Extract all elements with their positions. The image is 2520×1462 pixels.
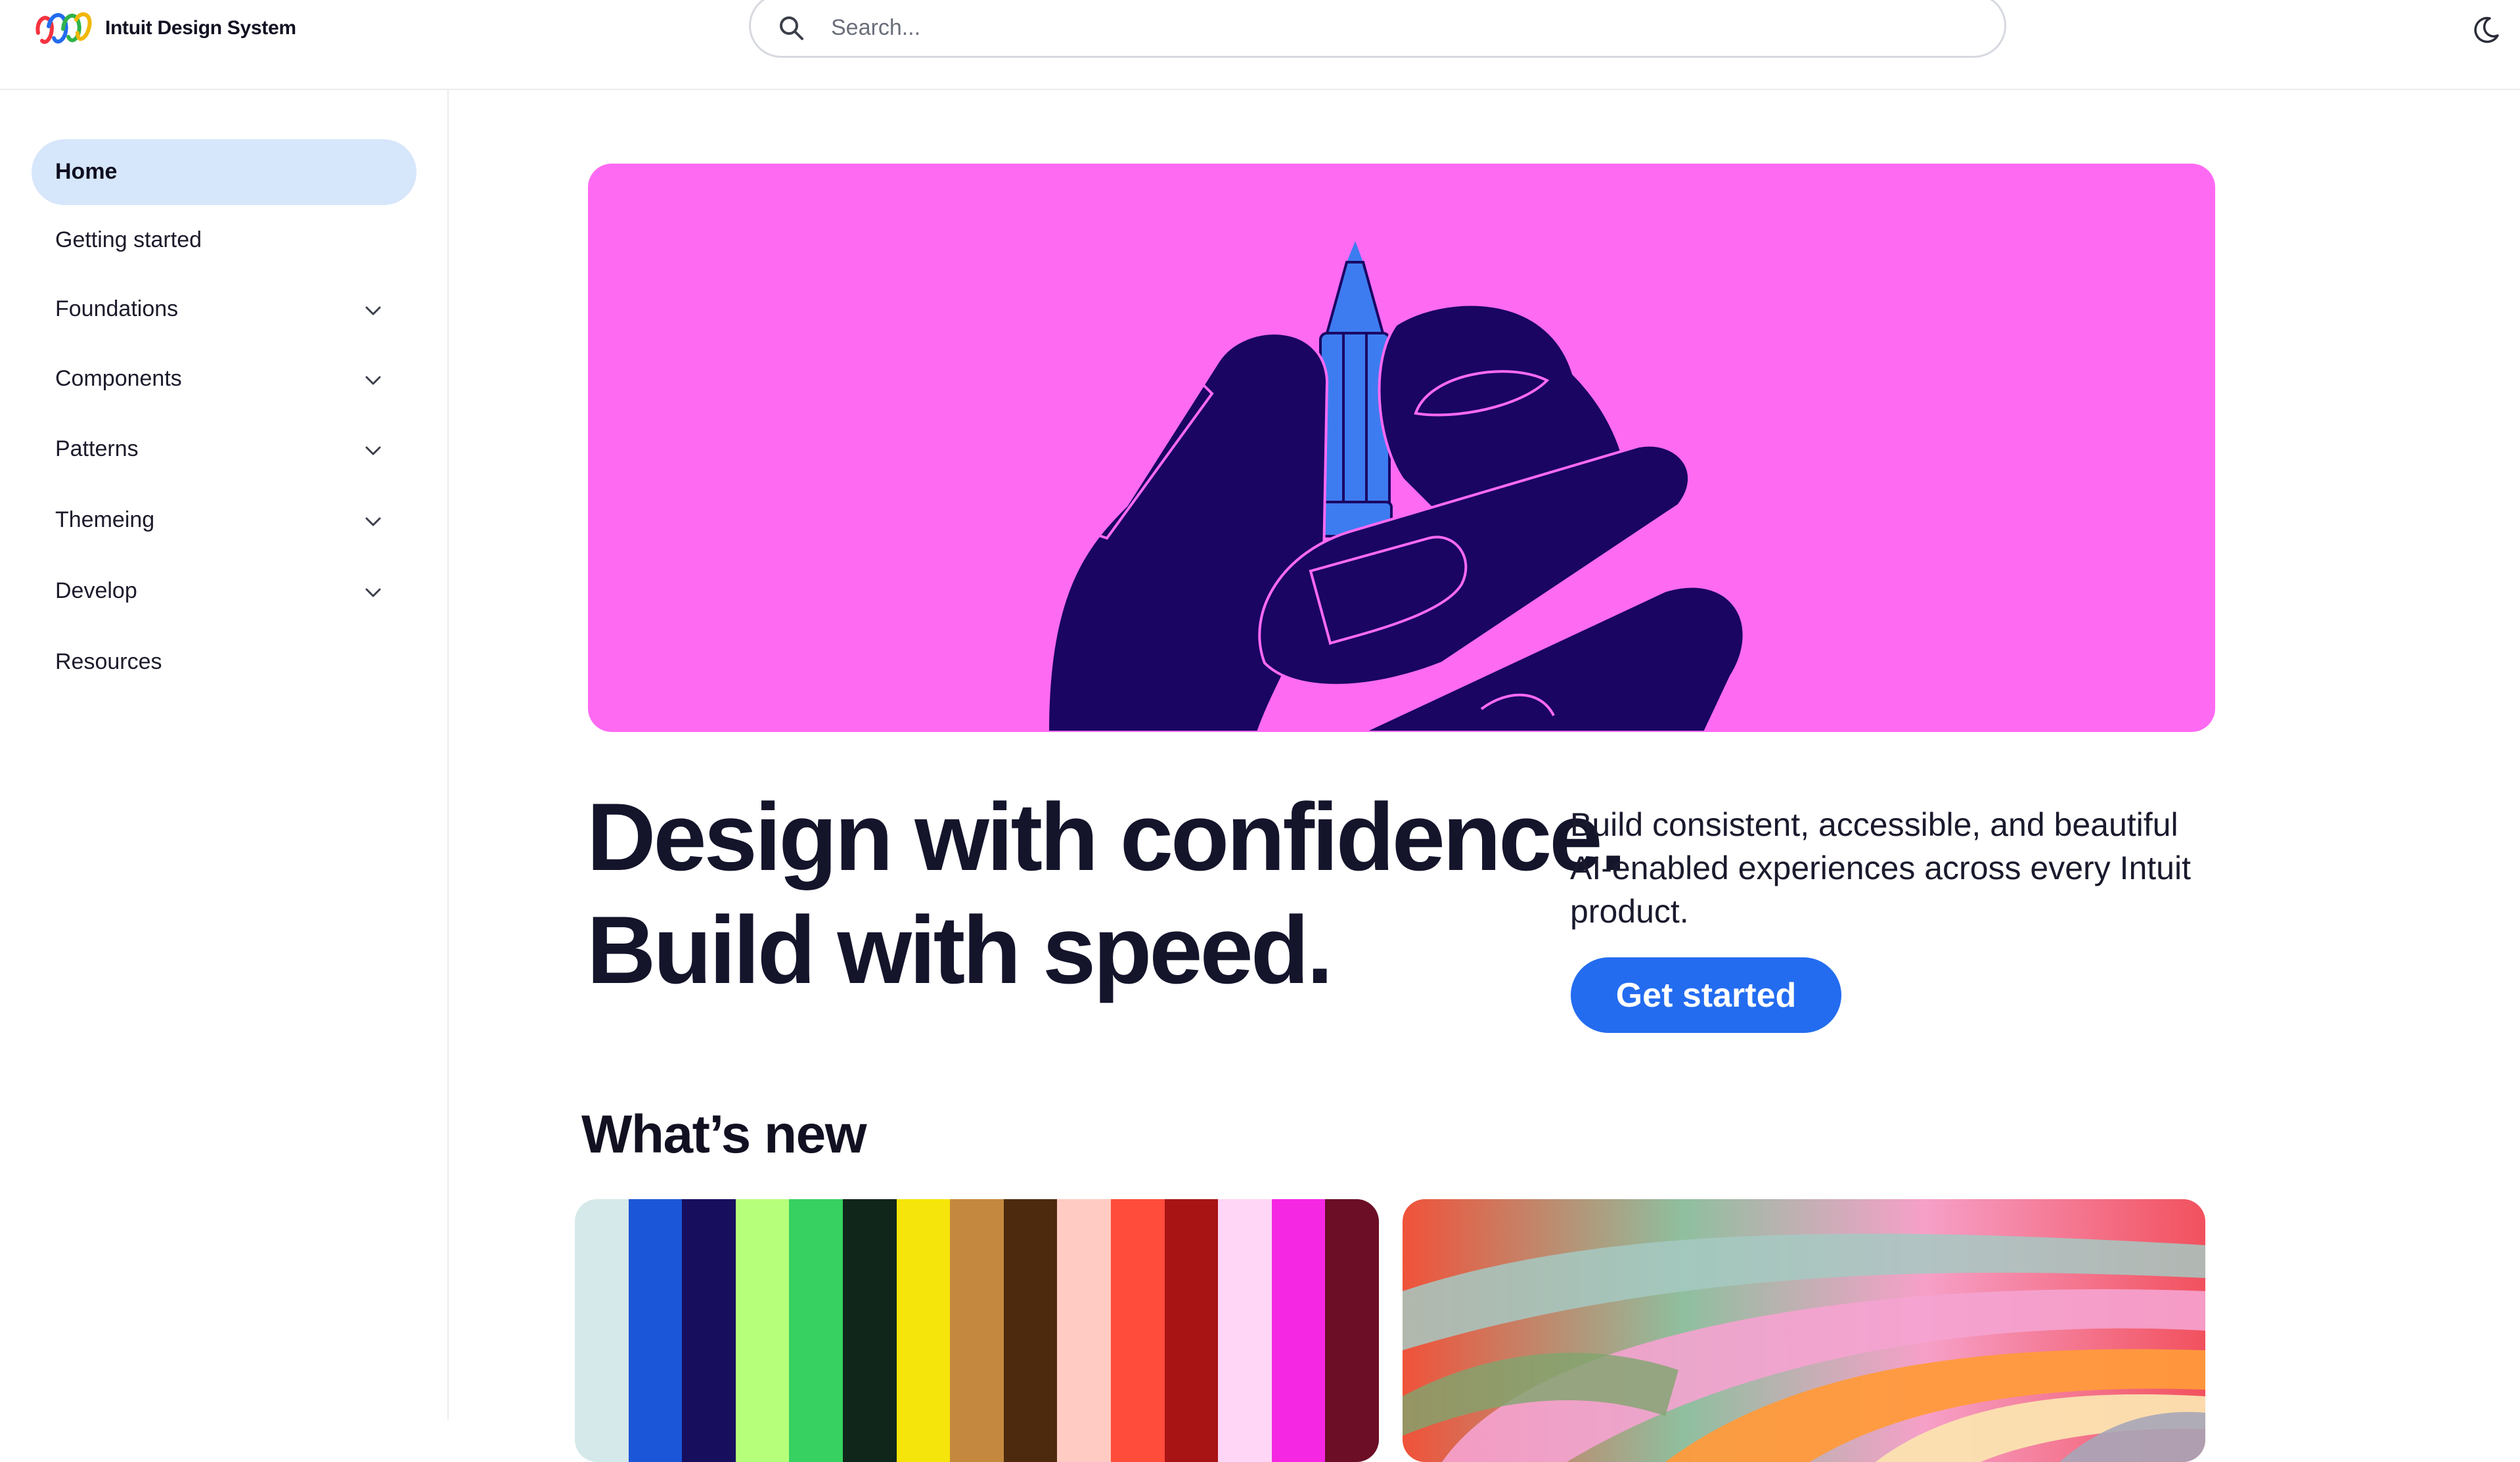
color-palette-card[interactable]	[575, 1199, 1379, 1462]
hero-banner	[588, 164, 2215, 732]
sidebar-item-resources[interactable]: Resources	[32, 629, 416, 695]
palette-stripe	[1271, 1199, 1326, 1462]
sidebar-item-label: Patterns	[55, 436, 139, 461]
chevron-down-icon[interactable]	[361, 439, 385, 463]
palette-stripe	[896, 1199, 951, 1462]
gradient-swirl-card[interactable]	[1403, 1199, 2205, 1462]
sidebar-item-getting-started[interactable]: Getting started	[32, 208, 416, 273]
palette-stripe	[950, 1199, 1004, 1462]
dark-mode-moon-icon[interactable]	[2470, 14, 2502, 46]
sidebar-item-label: Getting started	[55, 227, 202, 252]
sidebar-item-patterns[interactable]: Patterns	[32, 417, 416, 482]
gradient-swirl-image	[1403, 1199, 2205, 1462]
sidebar-item-components[interactable]: Components	[32, 346, 416, 412]
chevron-down-icon[interactable]	[361, 581, 385, 605]
palette-stripe	[789, 1199, 843, 1462]
palette-stripe	[682, 1199, 736, 1462]
intuit-logo-icon[interactable]	[34, 7, 95, 51]
palette-stripe	[735, 1199, 790, 1462]
sidebar-item-home[interactable]: Home	[32, 139, 416, 205]
sidebar-item-foundations[interactable]: Foundations	[32, 277, 416, 342]
sidebar-item-label: Themeing	[55, 507, 155, 532]
sidebar-item-themeing[interactable]: Themeing	[32, 488, 416, 553]
headline-line-1: Design with confidence.	[587, 783, 1627, 890]
search-box[interactable]	[749, 0, 2006, 58]
sidebar-item-develop[interactable]: Develop	[32, 559, 416, 624]
chevron-down-icon[interactable]	[361, 369, 385, 392]
palette-stripe	[1057, 1199, 1111, 1462]
palette-stripe	[575, 1199, 629, 1462]
sidebar-item-label: Components	[55, 366, 182, 391]
hand-holding-pencil-illustration	[1046, 241, 1745, 732]
top-header: Intuit Design System	[0, 0, 2520, 90]
chevron-down-icon[interactable]	[361, 299, 385, 323]
sidebar-nav: Home Getting started Foundations Compone…	[0, 90, 449, 1419]
headline-line-2: Build with speed.	[587, 896, 1334, 1003]
palette-stripe	[1164, 1199, 1219, 1462]
palette-stripe	[1003, 1199, 1058, 1462]
sidebar-item-label: Develop	[55, 578, 137, 603]
chevron-down-icon[interactable]	[361, 510, 385, 534]
get-started-button[interactable]: Get started	[1571, 957, 1841, 1033]
search-input[interactable]	[830, 7, 1949, 48]
palette-stripe	[1325, 1199, 1379, 1462]
search-icon	[780, 16, 803, 40]
palette-stripe	[1218, 1199, 1272, 1462]
hero-headline: Design with confidence. Build with speed…	[587, 781, 1627, 1007]
brand-name: Intuit Design System	[105, 17, 296, 39]
palette-stripe	[842, 1199, 897, 1462]
hero-description: Build consistent, accessible, and beauti…	[1570, 806, 2191, 930]
sidebar-item-label: Home	[55, 159, 118, 184]
sidebar-item-label: Resources	[55, 649, 162, 674]
palette-stripe	[628, 1199, 683, 1462]
sidebar-item-label: Foundations	[55, 296, 179, 321]
palette-stripe	[1110, 1199, 1165, 1462]
whats-new-heading: What’s new	[581, 1105, 867, 1164]
